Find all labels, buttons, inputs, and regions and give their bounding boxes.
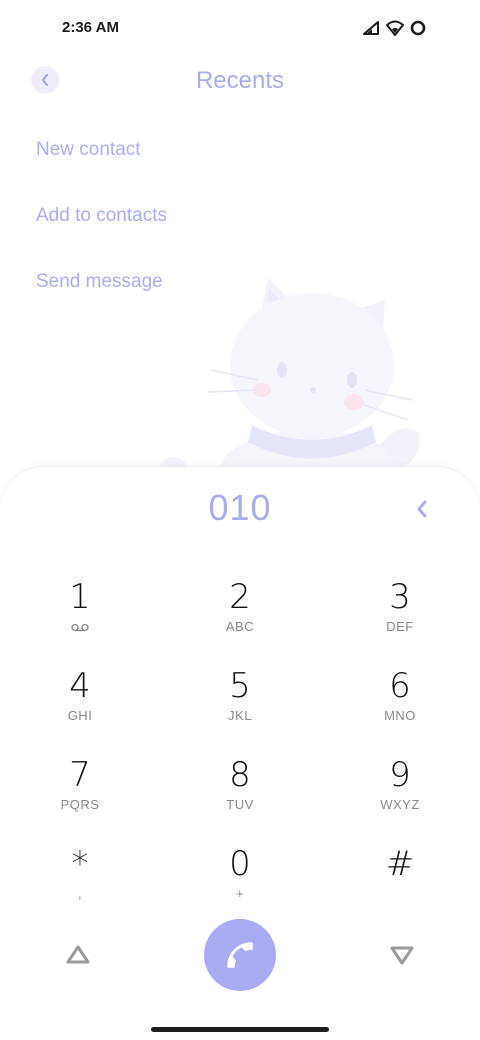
- status-icons: [362, 18, 426, 38]
- key-letters: WXYZ: [380, 797, 420, 812]
- key-digit: #: [385, 844, 415, 884]
- key-letters: GHI: [67, 708, 93, 723]
- wifi-icon: [386, 20, 404, 36]
- key-2[interactable]: 2 ABC: [160, 577, 320, 666]
- key-letters: MNO: [384, 708, 416, 723]
- phone-icon: [227, 942, 253, 968]
- key-letters: ABC: [225, 619, 255, 634]
- key-letters: DEF: [386, 619, 414, 634]
- key-digit: 1: [69, 577, 91, 617]
- key-letters: TUV: [226, 797, 254, 812]
- new-contact-button[interactable]: New contact: [36, 134, 416, 200]
- key-8[interactable]: 8 TUV: [160, 755, 320, 844]
- status-time: 2:36 AM: [62, 19, 119, 36]
- key-4[interactable]: 4 GHI: [0, 666, 160, 755]
- triangle-down-icon: [390, 946, 414, 965]
- key-digit: 8: [229, 755, 251, 795]
- backspace-icon: [417, 500, 427, 518]
- header: Recents: [0, 56, 480, 106]
- key-letters: +: [235, 886, 245, 901]
- key-9[interactable]: 9 WXYZ: [320, 755, 480, 844]
- add-to-contacts-button[interactable]: Add to contacts: [36, 200, 416, 266]
- key-digit: *: [71, 844, 89, 884]
- key-5[interactable]: 5 JKL: [160, 666, 320, 755]
- signal-icon: [363, 21, 379, 35]
- key-7[interactable]: 7 PQRS: [0, 755, 160, 844]
- key-digit: 2: [229, 577, 251, 617]
- key-6[interactable]: 6 MNO: [320, 666, 480, 755]
- call-button[interactable]: [204, 919, 276, 991]
- key-digit: 9: [389, 755, 411, 795]
- key-1[interactable]: 1: [0, 577, 160, 666]
- key-digit: 3: [389, 577, 411, 617]
- key-letters: ,: [77, 886, 83, 901]
- home-indicator[interactable]: [151, 1027, 329, 1032]
- key-digit: 0: [229, 844, 251, 884]
- key-3[interactable]: 3 DEF: [320, 577, 480, 666]
- dialer-actions: [0, 919, 480, 991]
- key-digit: 6: [389, 666, 411, 706]
- key-letters: PQRS: [60, 797, 100, 812]
- dialpad-panel: 010 1 2 ABC 3 DEF 4 GHI 5 JKL 6 MNO 7 PQ…: [0, 466, 480, 1040]
- status-bar: 2:36 AM: [0, 0, 480, 56]
- key-digit: 7: [69, 755, 91, 795]
- key-letters: JKL: [228, 708, 252, 723]
- triangle-up-icon: [66, 945, 90, 964]
- sim-switch-up-button[interactable]: [64, 944, 92, 966]
- key-digit: 4: [69, 666, 91, 706]
- cat-mascot-illustration: [160, 278, 420, 480]
- voicemail-icon: [71, 623, 89, 632]
- battery-icon: [410, 20, 426, 36]
- sim-switch-down-button[interactable]: [388, 944, 416, 966]
- backspace-button[interactable]: [408, 495, 436, 523]
- key-digit: 5: [229, 666, 251, 706]
- page-title: Recents: [195, 67, 285, 94]
- dialpad-keys: 1 2 ABC 3 DEF 4 GHI 5 JKL 6 MNO 7 PQRS 8…: [0, 577, 480, 933]
